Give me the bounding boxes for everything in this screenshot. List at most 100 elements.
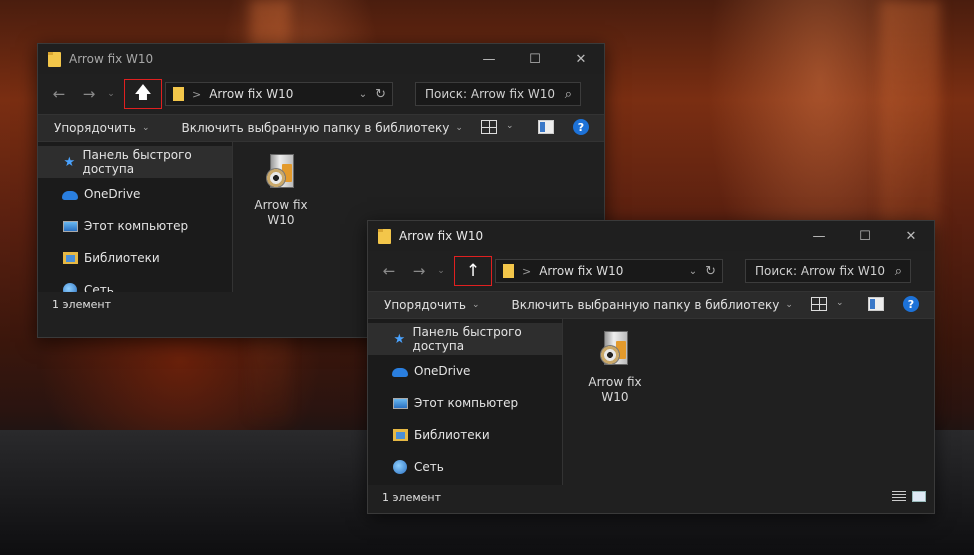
sidebar-item-onedrive[interactable]: OneDrive [38, 178, 232, 210]
address-path[interactable]: Arrow fix W10 [209, 87, 358, 101]
computer-icon [62, 220, 78, 232]
file-name-line2: W10 [601, 390, 629, 404]
search-icon[interactable]: ⌕ [895, 264, 902, 279]
navigation-pane: ★ Панель быстрого доступа OneDrive Этот … [368, 319, 563, 485]
chevron-down-icon[interactable]: ⌄ [506, 121, 514, 131]
title-bar[interactable]: Arrow fix W10 — ☐ ✕ [368, 221, 934, 251]
sidebar-item-libraries[interactable]: Библиотеки [38, 242, 232, 274]
arrow-right-icon: → [412, 262, 426, 280]
title-bar[interactable]: Arrow fix W10 — ☐ ✕ [38, 44, 604, 74]
forward-button[interactable]: → [74, 79, 104, 109]
arrow-left-icon: ← [382, 262, 396, 280]
chevron-right-icon: > [522, 264, 532, 278]
navigation-bar: ← → ⌄ ↑ > Arrow fix W10 ⌄ ↻ Поиск: Arrow… [368, 251, 934, 291]
view-options-icon[interactable] [481, 120, 497, 134]
organize-label: Упорядочить [54, 121, 136, 135]
folder-icon [503, 264, 514, 278]
refresh-icon[interactable]: ↻ [375, 87, 386, 102]
chevron-down-icon: ⌄ [785, 300, 793, 310]
close-button[interactable]: ✕ [558, 44, 604, 74]
sidebar-item-libraries[interactable]: Библиотеки [368, 419, 562, 451]
window-title: Arrow fix W10 [69, 52, 154, 66]
chevron-down-icon[interactable]: ⌄ [836, 298, 844, 308]
arrow-up-icon: 🡅 [134, 82, 152, 103]
sidebar-item-label: Панель быстрого доступа [412, 325, 522, 353]
sidebar-item-this-pc[interactable]: Этот компьютер [38, 210, 232, 242]
cloud-icon-wrap [392, 364, 408, 378]
refresh-icon[interactable]: ↻ [705, 264, 716, 279]
command-bar: Упорядочить ⌄ Включить выбранную папку в… [368, 291, 934, 319]
status-bar: 1 элемент [368, 485, 934, 509]
command-bar: Упорядочить ⌄ Включить выбранную папку в… [38, 114, 604, 142]
forward-button[interactable]: → [404, 256, 434, 286]
file-item[interactable]: Arrow fix W10 [580, 329, 650, 405]
file-list[interactable]: Arrow fix W10 [563, 319, 934, 485]
help-icon[interactable]: ? [573, 119, 589, 135]
sidebar-item-quick-access[interactable]: ★ Панель быстрого доступа [368, 323, 562, 355]
maximize-button[interactable]: ☐ [512, 44, 558, 74]
minimize-button[interactable]: — [466, 44, 512, 74]
item-count: 1 элемент [52, 297, 111, 311]
library-icon [62, 252, 78, 264]
library-icon-wrap [392, 428, 408, 442]
folder-icon [173, 87, 184, 101]
help-icon[interactable]: ? [903, 296, 919, 312]
chevron-right-icon: > [192, 87, 202, 101]
view-options-icon[interactable] [811, 297, 827, 311]
organize-menu[interactable]: Упорядочить ⌄ [384, 298, 479, 312]
explorer-window-front[interactable]: Arrow fix W10 — ☐ ✕ ← → ⌄ ↑ > Arrow fix … [367, 220, 935, 514]
maximize-button[interactable]: ☐ [842, 221, 888, 251]
computer-icon [392, 397, 408, 409]
cloud-icon [392, 368, 408, 377]
include-library-label: Включить выбранную папку в библиотеку [511, 298, 780, 312]
minimize-button[interactable]: — [796, 221, 842, 251]
close-button[interactable]: ✕ [888, 221, 934, 251]
file-item[interactable]: Arrow fix W10 [246, 152, 316, 228]
details-view-icon[interactable] [892, 491, 906, 502]
sidebar-item-this-pc[interactable]: Этот компьютер [368, 387, 562, 419]
sidebar-item-quick-access[interactable]: ★ Панель быстрого доступа [38, 146, 232, 178]
up-button[interactable]: 🡅 [124, 79, 162, 109]
arrow-left-icon: ← [52, 85, 66, 103]
file-name-line2: W10 [267, 213, 295, 227]
address-dropdown-icon[interactable]: ⌄ [689, 266, 697, 277]
installer-icon [598, 329, 632, 369]
cloud-icon-wrap [62, 187, 78, 201]
back-button[interactable]: ← [374, 256, 404, 286]
sidebar-item-label: OneDrive [414, 364, 471, 378]
sidebar-item-label: Панель быстрого доступа [82, 148, 192, 176]
address-dropdown-icon[interactable]: ⌄ [359, 89, 367, 100]
include-in-library-menu[interactable]: Включить выбранную папку в библиотеку ⌄ [181, 121, 462, 135]
recent-locations-button[interactable]: ⌄ [104, 89, 118, 99]
chevron-down-icon: ⌄ [141, 123, 150, 133]
search-input[interactable]: Поиск: Arrow fix W10 ⌕ [415, 82, 581, 106]
sidebar-item-label: OneDrive [84, 187, 141, 201]
preview-pane-icon[interactable] [538, 120, 554, 134]
library-icon-wrap [62, 251, 78, 265]
arrow-right-icon: → [82, 85, 96, 103]
chevron-down-icon: ⌄ [471, 300, 480, 310]
recent-locations-button[interactable]: ⌄ [434, 266, 448, 276]
address-path[interactable]: Arrow fix W10 [539, 264, 688, 278]
computer-icon-wrap [62, 219, 78, 233]
star-icon: ★ [393, 331, 406, 347]
chevron-down-icon: ⌄ [455, 123, 463, 133]
sidebar-item-label: Сеть [414, 460, 444, 474]
up-button[interactable]: ↑ [454, 256, 492, 286]
search-placeholder: Поиск: Arrow fix W10 [755, 264, 886, 278]
installer-icon [264, 152, 298, 192]
address-bar[interactable]: > Arrow fix W10 ⌄ ↻ [495, 259, 723, 283]
sidebar-item-network[interactable]: Сеть [368, 451, 562, 483]
include-library-label: Включить выбранную папку в библиотеку [181, 121, 450, 135]
sidebar-item-onedrive[interactable]: OneDrive [368, 355, 562, 387]
include-in-library-menu[interactable]: Включить выбранную папку в библиотеку ⌄ [511, 298, 792, 312]
sidebar-item-label: Этот компьютер [84, 219, 189, 233]
search-icon[interactable]: ⌕ [565, 87, 572, 102]
address-bar[interactable]: > Arrow fix W10 ⌄ ↻ [165, 82, 393, 106]
preview-pane-icon[interactable] [868, 297, 884, 311]
organize-menu[interactable]: Упорядочить ⌄ [54, 121, 149, 135]
navigation-pane: ★ Панель быстрого доступа OneDrive Этот … [38, 142, 233, 297]
search-input[interactable]: Поиск: Arrow fix W10 ⌕ [745, 259, 911, 283]
large-icons-view-icon[interactable] [912, 491, 926, 502]
back-button[interactable]: ← [44, 79, 74, 109]
